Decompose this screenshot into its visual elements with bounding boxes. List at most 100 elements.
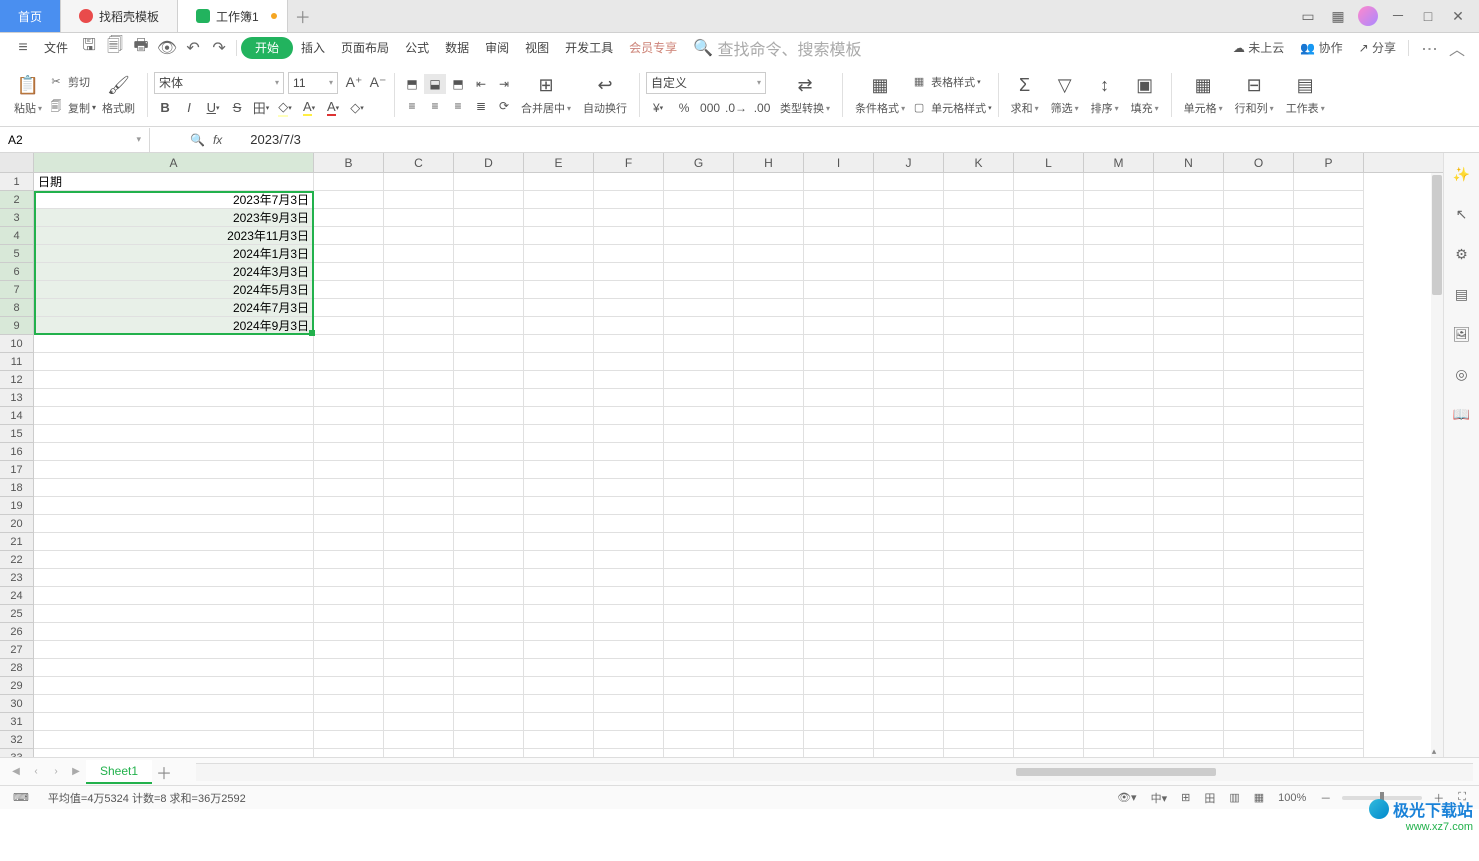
paste-button[interactable]: 📋粘贴▾: [14, 73, 42, 116]
cell[interactable]: [1084, 371, 1154, 389]
cell[interactable]: [524, 569, 594, 587]
cell[interactable]: [1294, 209, 1364, 227]
cell[interactable]: [594, 515, 664, 533]
cell[interactable]: [1294, 443, 1364, 461]
cell[interactable]: [734, 551, 804, 569]
cell[interactable]: 2023年9月3日: [34, 209, 314, 227]
cell[interactable]: [664, 299, 734, 317]
cell[interactable]: [384, 281, 454, 299]
col-header-D[interactable]: D: [454, 153, 524, 172]
cell[interactable]: [384, 389, 454, 407]
sidepanel-image-icon[interactable]: 🖼: [1451, 323, 1473, 345]
cell[interactable]: [314, 713, 384, 731]
cell[interactable]: [1014, 623, 1084, 641]
cell[interactable]: [314, 695, 384, 713]
cell[interactable]: [944, 713, 1014, 731]
cell[interactable]: [454, 281, 524, 299]
tab-workbook[interactable]: 工作簿1: [178, 0, 288, 32]
cell[interactable]: [944, 659, 1014, 677]
cell[interactable]: [594, 353, 664, 371]
row-header[interactable]: 12: [0, 371, 34, 389]
cell[interactable]: [524, 695, 594, 713]
cell[interactable]: [314, 587, 384, 605]
cell[interactable]: [1294, 659, 1364, 677]
cell[interactable]: [804, 695, 874, 713]
cell[interactable]: [734, 515, 804, 533]
cell[interactable]: [664, 623, 734, 641]
cell[interactable]: [1014, 533, 1084, 551]
col-header-K[interactable]: K: [944, 153, 1014, 172]
ime-icon[interactable]: 中▾: [1148, 790, 1171, 806]
cell[interactable]: [664, 317, 734, 335]
cell[interactable]: [874, 191, 944, 209]
cell[interactable]: [34, 443, 314, 461]
cell[interactable]: [34, 353, 314, 371]
cell[interactable]: [804, 227, 874, 245]
cell[interactable]: [1294, 713, 1364, 731]
cell[interactable]: [524, 173, 594, 191]
cell[interactable]: [734, 371, 804, 389]
cell[interactable]: [944, 551, 1014, 569]
formula-input[interactable]: 2023/7/3: [250, 132, 301, 147]
cell[interactable]: [664, 443, 734, 461]
cell[interactable]: [1014, 299, 1084, 317]
cell[interactable]: [1224, 479, 1294, 497]
cell[interactable]: [1224, 659, 1294, 677]
cell[interactable]: [804, 605, 874, 623]
cell[interactable]: [804, 299, 874, 317]
cell[interactable]: [34, 533, 314, 551]
cell[interactable]: [1294, 551, 1364, 569]
menu-insert[interactable]: 插入: [293, 36, 333, 60]
cell[interactable]: [734, 749, 804, 757]
cell[interactable]: [524, 353, 594, 371]
cell[interactable]: [1224, 749, 1294, 757]
cell[interactable]: [804, 335, 874, 353]
close-button[interactable]: ✕: [1443, 1, 1473, 31]
col-header-A[interactable]: A: [34, 153, 314, 172]
cell[interactable]: [454, 317, 524, 335]
cell[interactable]: [594, 713, 664, 731]
cell[interactable]: [1014, 335, 1084, 353]
cell[interactable]: [34, 551, 314, 569]
cell[interactable]: [664, 461, 734, 479]
cell[interactable]: [1084, 659, 1154, 677]
cell[interactable]: [874, 533, 944, 551]
cell[interactable]: [34, 407, 314, 425]
cell[interactable]: [1084, 245, 1154, 263]
apps-icon[interactable]: ▦: [1323, 1, 1353, 31]
zoom-slider[interactable]: [1342, 796, 1422, 800]
cell[interactable]: [664, 605, 734, 623]
cell[interactable]: [1154, 281, 1224, 299]
sidepanel-settings-icon[interactable]: ⚙: [1451, 243, 1473, 265]
cell[interactable]: [1014, 245, 1084, 263]
cell[interactable]: [594, 407, 664, 425]
col-header-I[interactable]: I: [804, 153, 874, 172]
cell[interactable]: [594, 677, 664, 695]
cell[interactable]: [804, 173, 874, 191]
cell[interactable]: [1154, 515, 1224, 533]
cell[interactable]: [1154, 497, 1224, 515]
cell[interactable]: [734, 299, 804, 317]
cell[interactable]: [1014, 731, 1084, 749]
col-header-P[interactable]: P: [1294, 153, 1364, 172]
cell[interactable]: [1294, 245, 1364, 263]
undo-icon[interactable]: ↶: [182, 37, 204, 59]
cell[interactable]: [454, 353, 524, 371]
cell[interactable]: [1084, 281, 1154, 299]
cell[interactable]: [1154, 425, 1224, 443]
scroll-thumb[interactable]: [1432, 175, 1442, 295]
menu-member[interactable]: 会员专享: [621, 36, 685, 60]
cell[interactable]: [1014, 641, 1084, 659]
highlight-button[interactable]: A▾: [298, 98, 320, 118]
menu-pagelayout[interactable]: 页面布局: [333, 36, 397, 60]
cell[interactable]: [1224, 209, 1294, 227]
cell[interactable]: [1294, 317, 1364, 335]
align-right-button[interactable]: ≡: [447, 96, 469, 116]
cell[interactable]: [664, 677, 734, 695]
cell[interactable]: [524, 425, 594, 443]
cell[interactable]: [1224, 461, 1294, 479]
cell[interactable]: [524, 407, 594, 425]
cell[interactable]: [594, 497, 664, 515]
cell[interactable]: 日期: [34, 173, 314, 191]
spreadsheet-grid[interactable]: A B C D E F G H I J K L M N O P 12345678…: [0, 153, 1443, 757]
